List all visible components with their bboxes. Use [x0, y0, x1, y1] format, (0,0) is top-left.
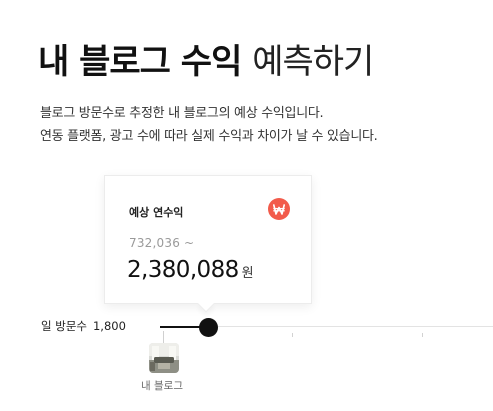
slider-tick: [422, 333, 423, 337]
estimate-card: 예상 연수익 732,036 ~ 2,380,088 원: [104, 175, 312, 304]
page-title: 내 블로그 수익 예측하기: [38, 40, 374, 84]
estimate-unit: 원: [241, 266, 254, 281]
blog-marker-label: 내 블로그: [141, 380, 183, 392]
slider-tick: [292, 333, 293, 337]
estimate-card-label: 예상 연수익: [129, 206, 184, 219]
description-line-2: 연동 플랫폼, 광고 수에 따라 실제 수익과 차이가 날 수 있습니다.: [40, 129, 378, 144]
daily-visits-readout: 일 방문수 1,800: [41, 318, 126, 334]
daily-visits-label: 일 방문수: [41, 319, 87, 333]
page-description: 블로그 방문수로 추정한 내 블로그의 예상 수익입니다. 연동 플랫폼, 광고…: [40, 102, 378, 148]
estimate-max-value: 2,380,088 원: [127, 255, 254, 289]
estimate-min-value: 732,036 ~: [129, 236, 195, 250]
blog-thumbnail-image: [149, 343, 179, 373]
description-line-1: 블로그 방문수로 추정한 내 블로그의 예상 수익입니다.: [40, 106, 324, 121]
page-title-light: 예측하기: [252, 42, 374, 82]
slider-thumb[interactable]: [199, 318, 218, 337]
daily-visits-value: 1,800: [92, 319, 126, 333]
estimate-max-number: 2,380,088: [127, 257, 239, 283]
page-title-bold: 내 블로그 수익: [38, 42, 242, 82]
won-icon: [268, 198, 290, 220]
blog-marker-pin: [163, 331, 164, 343]
